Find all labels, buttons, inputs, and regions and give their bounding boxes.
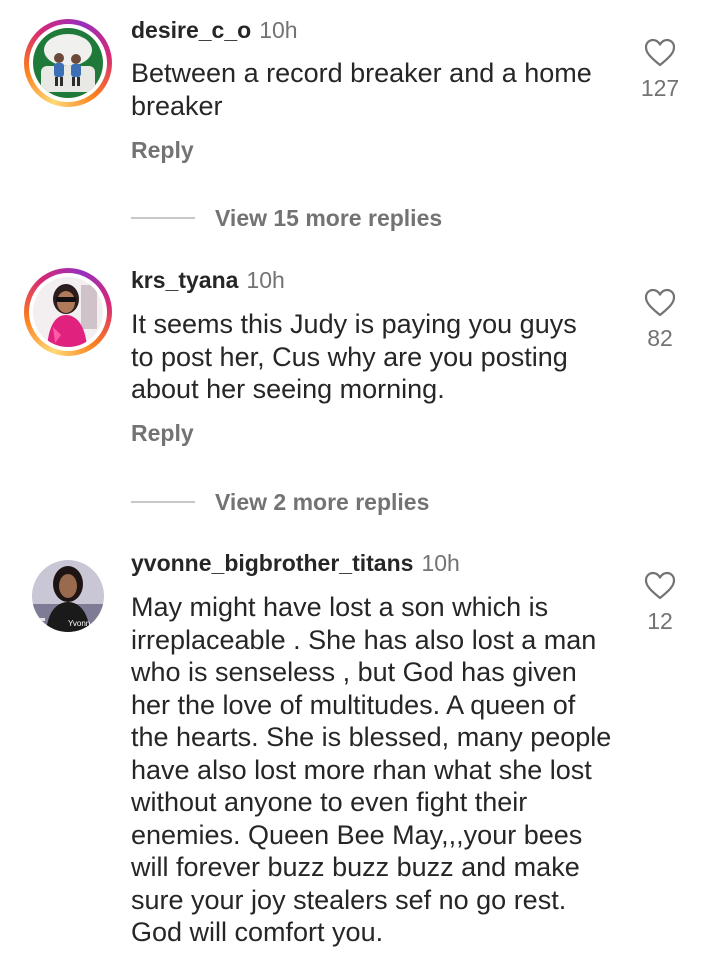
like-button[interactable]: 82 <box>630 288 690 352</box>
timestamp: 10h <box>421 550 460 576</box>
timestamp: 10h <box>246 267 285 293</box>
heart-outline-icon <box>644 288 676 317</box>
like-button[interactable]: 12 <box>630 571 690 635</box>
username[interactable]: krs_tyana <box>131 267 238 293</box>
like-count: 82 <box>647 325 673 351</box>
comment-header: krs_tyana 10h <box>131 266 285 294</box>
heart-outline-icon <box>644 38 676 67</box>
view-more-replies[interactable]: View 2 more replies <box>131 487 429 517</box>
like-count: 12 <box>647 608 673 634</box>
comment-header: yvonne_bigbrother_titans 10h <box>131 549 460 577</box>
view-more-replies-label: View 2 more replies <box>215 488 430 515</box>
avatar[interactable] <box>24 19 112 107</box>
avatar-caption: Yvonn <box>68 619 91 628</box>
like-button[interactable]: 127 <box>630 38 690 102</box>
avatar-image <box>33 28 103 98</box>
comment-header: desire_c_o 10h <box>131 16 298 44</box>
view-more-replies-label: View 15 more replies <box>215 204 443 231</box>
comment-text: May might have lost a son which is irrep… <box>131 592 612 947</box>
avatar[interactable]: Yvonn <box>32 560 104 632</box>
divider <box>131 217 195 219</box>
divider <box>131 501 195 503</box>
view-more-replies[interactable]: View 15 more replies <box>131 203 442 233</box>
avatar-image <box>33 277 103 347</box>
username[interactable]: yvonne_bigbrother_titans <box>131 550 413 576</box>
reply-button[interactable]: Reply <box>131 137 194 164</box>
heart-outline-icon <box>644 571 676 600</box>
reply-button[interactable]: Reply <box>131 420 194 447</box>
comment-text: Between a record breaker and a home brea… <box>131 58 592 121</box>
avatar-image: Yvonn <box>32 560 104 632</box>
like-count: 127 <box>640 75 680 101</box>
username[interactable]: desire_c_o <box>131 17 251 43</box>
avatar[interactable] <box>24 268 112 356</box>
timestamp: 10h <box>259 17 298 43</box>
comment-text: It seems this Judy is paying you guys to… <box>131 309 577 404</box>
